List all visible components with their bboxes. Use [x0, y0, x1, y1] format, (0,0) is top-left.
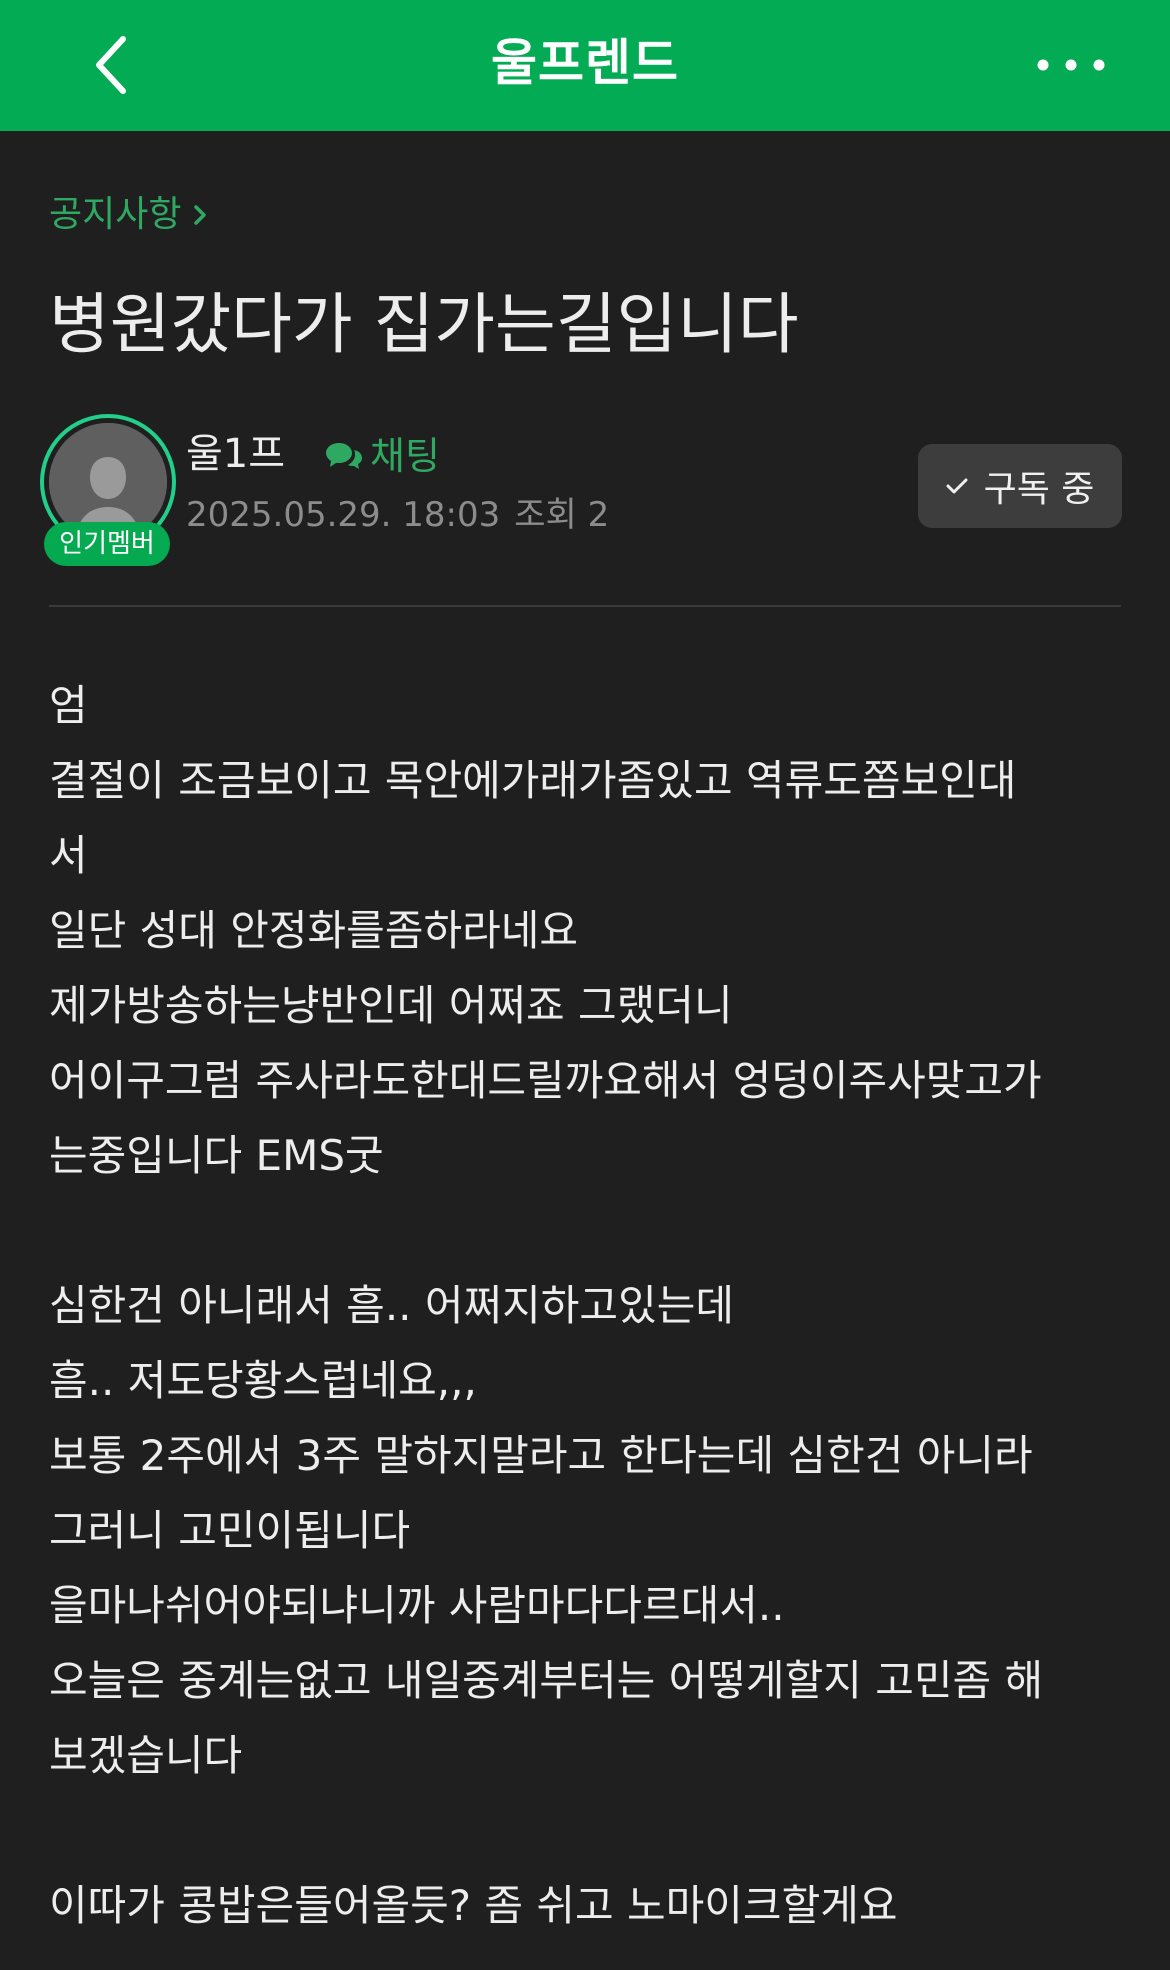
breadcrumb-label: 공지사항 [49, 194, 182, 235]
author-name[interactable]: 울1프 [186, 426, 285, 482]
subscribe-label: 구독 중 [983, 469, 1095, 510]
body-line: 을마나쉬어야되냐니까 사람마다다르대서.. [49, 1581, 785, 1630]
app-title: 울프렌드 [491, 34, 679, 92]
body-line: 오늘은 중계는없고 내일중계부터는 어떻게할지 고민좀 해 [49, 1656, 1044, 1705]
more-options-button[interactable] [1016, 30, 1126, 100]
chat-button[interactable]: 채팅 [324, 428, 440, 484]
breadcrumb[interactable]: 공지사항 [49, 190, 207, 240]
post-title: 병원갔다가 집가는길입니다 [49, 286, 799, 363]
body-line: 심한건 아니래서 흠.. 어쩌지하고있는데 [49, 1281, 734, 1330]
body-line: 이따가 콩밥은들어올듯? 좀 쉬고 노마이크할게요 [49, 1881, 898, 1930]
body-line: 결절이 조금보이고 목안에가래가좀있고 역류도쫌보인대 [49, 756, 1017, 805]
checkmark-icon [946, 477, 968, 495]
body-line: 흠.. 저도당황스럽네요,,, [49, 1356, 477, 1405]
body-line [49, 1793, 1124, 1868]
body-line [49, 1193, 1124, 1268]
post-meta: 2025.05.29. 18:03 조회 2 [186, 490, 609, 540]
body-line: 어이구그럼 주사라도한대드릴까요해서 엉덩이주사맞고가 [49, 1056, 1042, 1105]
popular-member-badge: 인기멤버 [44, 522, 170, 566]
body-line: 서 [49, 831, 88, 880]
post-date: 2025.05.29. 18:03 [186, 495, 501, 535]
top-app-bar: 울프렌드 [0, 0, 1170, 131]
more-dots-icon [1037, 59, 1105, 71]
chat-bubble-icon [324, 440, 364, 472]
body-line: 보겠습니다 [49, 1731, 243, 1780]
subscribe-button[interactable]: 구독 중 [918, 444, 1122, 528]
view-count: 조회 2 [514, 495, 610, 535]
body-line: 일단 성대 안정화를좀하라네요 [49, 906, 579, 955]
chat-label: 채팅 [370, 434, 440, 478]
body-line: 제가방송하는냥반인데 어쩌죠 그랬더니 [49, 981, 733, 1030]
body-line: 는중입니다 EMS굿 [49, 1131, 384, 1180]
chevron-right-icon [193, 203, 207, 227]
divider [49, 605, 1121, 607]
body-line: 그러니 고민이됩니다 [49, 1506, 411, 1555]
post-body: 엄 결절이 조금보이고 목안에가래가좀있고 역류도쫌보인대 서 일단 성대 안정… [49, 668, 1124, 1943]
body-line: 보통 2주에서 3주 말하지말라고 한다는데 심한건 아니라 [49, 1431, 1033, 1480]
body-line: 엄 [49, 681, 88, 730]
